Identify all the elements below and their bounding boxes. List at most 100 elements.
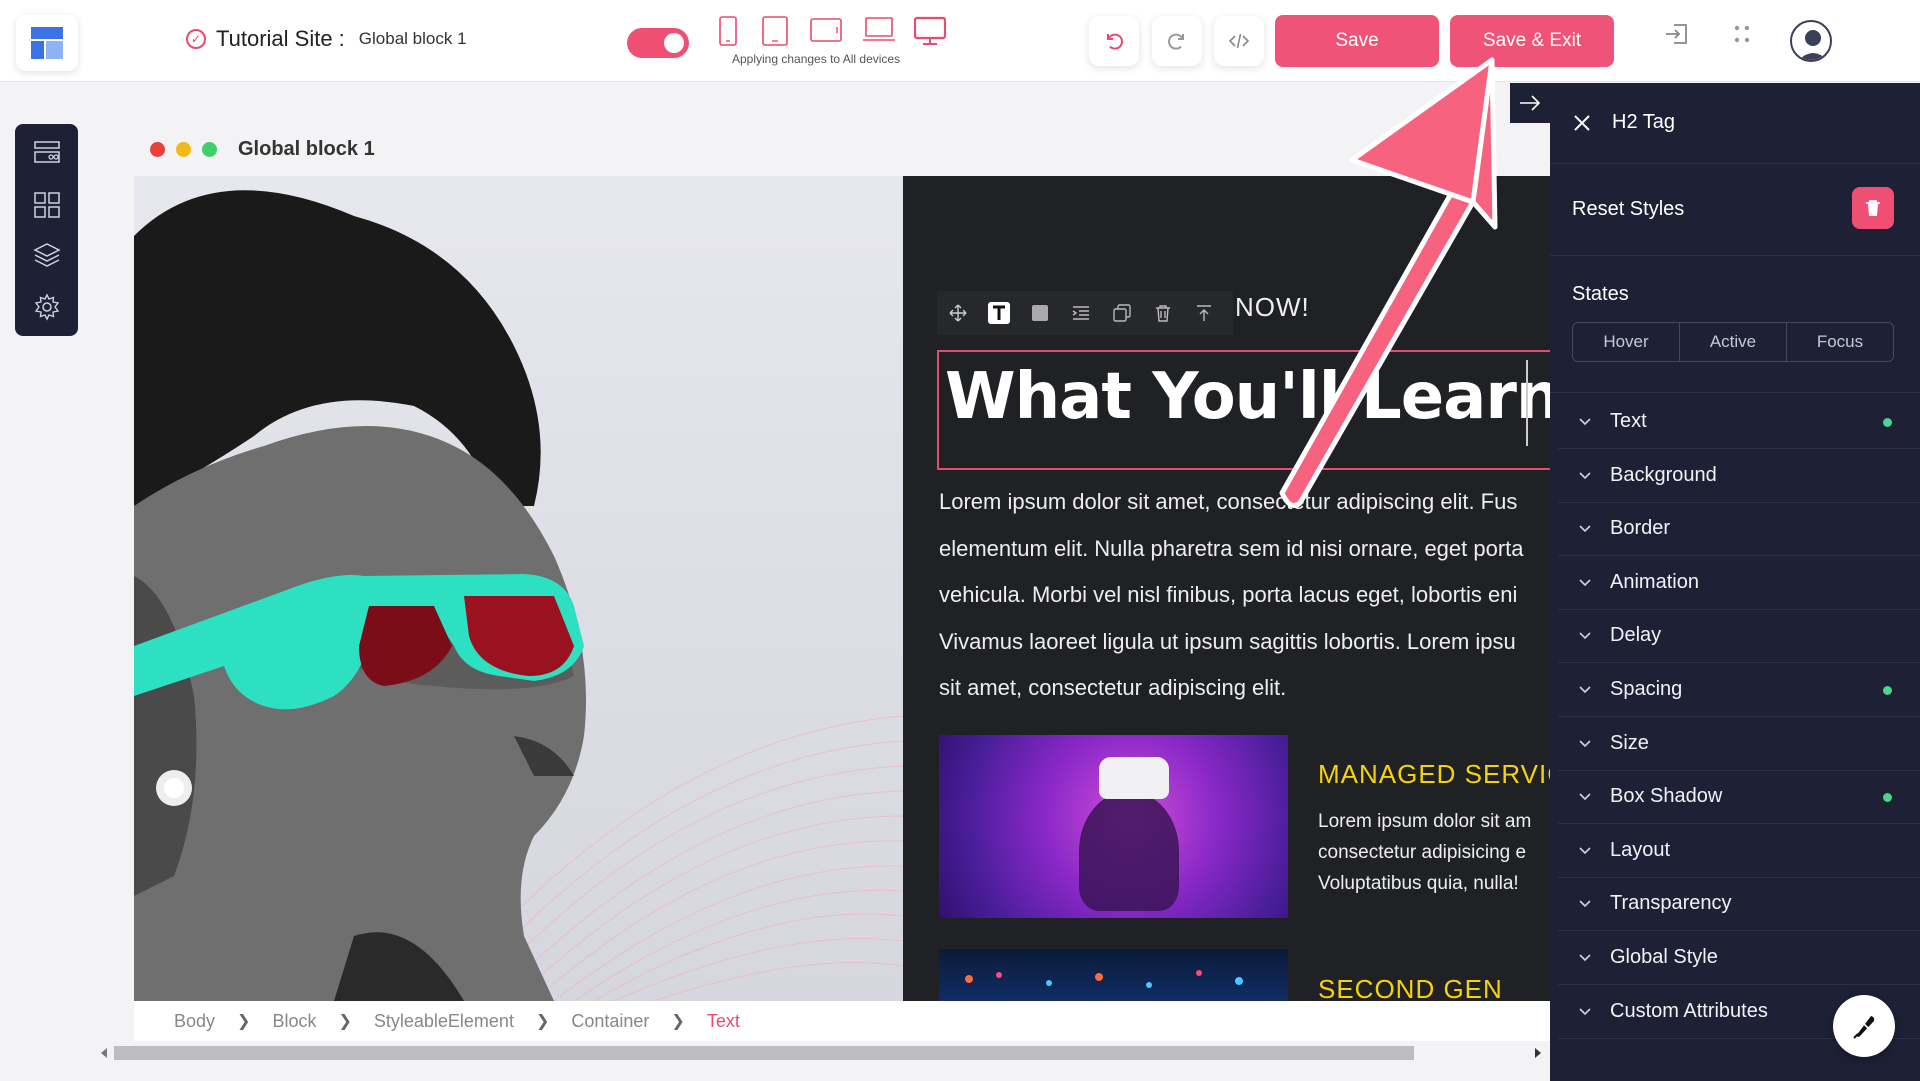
select-parent-icon[interactable] bbox=[1019, 291, 1060, 335]
duplicate-icon[interactable] bbox=[1101, 291, 1142, 335]
accordion-label: Box Shadow bbox=[1610, 785, 1723, 808]
chevron-down-icon bbox=[1579, 472, 1591, 479]
save-button[interactable]: Save bbox=[1275, 15, 1439, 67]
state-active-button[interactable]: Active bbox=[1680, 323, 1787, 361]
code-view-button[interactable] bbox=[1214, 16, 1264, 66]
states-segmented-control: Hover Active Focus bbox=[1572, 322, 1894, 362]
reset-styles-button[interactable] bbox=[1852, 187, 1894, 229]
redo-icon bbox=[1168, 33, 1184, 50]
accordion-spacing[interactable]: Spacing bbox=[1550, 664, 1920, 717]
check-circle-icon: ✓ bbox=[186, 29, 206, 49]
vr-headset-image[interactable] bbox=[939, 735, 1288, 918]
code-icon bbox=[1228, 33, 1250, 49]
close-icon[interactable] bbox=[1574, 114, 1590, 131]
exit-icon[interactable] bbox=[1663, 20, 1691, 48]
breadcrumb-item[interactable]: StyleableElement bbox=[374, 1011, 514, 1032]
second-gen-image[interactable] bbox=[939, 949, 1288, 1001]
undo-button[interactable] bbox=[1089, 16, 1139, 66]
redo-button[interactable] bbox=[1152, 16, 1202, 66]
chevron-down-icon bbox=[1579, 579, 1591, 586]
mobile-portrait-icon[interactable] bbox=[718, 16, 738, 46]
divider bbox=[1550, 163, 1920, 164]
chevron-down-icon bbox=[1579, 632, 1591, 640]
accordion-label: Background bbox=[1610, 463, 1717, 486]
apps-grid-icon[interactable] bbox=[1730, 20, 1754, 48]
breadcrumb-item[interactable]: Container bbox=[571, 1011, 649, 1032]
body-paragraph[interactable]: Lorem ipsum dolor sit amet, consectetur … bbox=[939, 479, 1550, 712]
desktop-icon[interactable] bbox=[914, 16, 946, 46]
chevron-right-icon: ❯ bbox=[338, 1013, 352, 1030]
card-title-managed-services[interactable]: MANAGED SERVIC bbox=[1318, 759, 1550, 790]
toggle-knob bbox=[664, 33, 684, 53]
help-button[interactable] bbox=[1833, 995, 1895, 1057]
delete-icon[interactable] bbox=[1142, 291, 1183, 335]
canvas-title: Global block 1 bbox=[238, 138, 375, 160]
arrow-right-icon bbox=[1520, 95, 1541, 111]
accordion-box-shadow[interactable]: Box Shadow bbox=[1550, 771, 1920, 825]
scrollbar-thumb[interactable] bbox=[114, 1046, 1414, 1060]
accordion-text[interactable]: Text bbox=[1550, 396, 1920, 449]
h2-heading[interactable]: What You'll Learn! bbox=[945, 360, 1550, 434]
move-icon[interactable] bbox=[937, 291, 978, 335]
left-toolbar bbox=[15, 124, 78, 336]
tablet-portrait-icon[interactable] bbox=[762, 16, 788, 46]
accordion-global-style[interactable]: Global Style bbox=[1550, 932, 1920, 985]
laptop-icon[interactable] bbox=[862, 16, 896, 44]
text-format-icon[interactable] bbox=[978, 291, 1019, 335]
move-up-icon[interactable] bbox=[1183, 291, 1224, 335]
window-minimize-dot bbox=[176, 142, 191, 157]
content-section[interactable]: NOW! What You'll Learn! Lorem ipsum dolo… bbox=[903, 176, 1550, 1001]
divider bbox=[1550, 255, 1920, 256]
accordion-label: Text bbox=[1610, 410, 1647, 432]
element-toolbar bbox=[937, 291, 1233, 335]
breadcrumb-item[interactable]: Block bbox=[272, 1011, 316, 1032]
card-title-second-gen[interactable]: SECOND GEN bbox=[1318, 974, 1503, 1001]
scroll-right-icon[interactable] bbox=[1534, 1048, 1542, 1058]
modified-indicator bbox=[1883, 418, 1892, 427]
card-line: Voluptatibus quia, nulla! bbox=[1318, 873, 1519, 894]
accordion-size[interactable]: Size bbox=[1550, 718, 1920, 771]
accordion-border[interactable]: Border bbox=[1550, 503, 1920, 557]
responsive-toggle[interactable] bbox=[627, 28, 689, 58]
breadcrumb-item[interactable]: Body bbox=[174, 1011, 215, 1032]
paragraph-line: elementum elit. Nulla pharetra sem id ni… bbox=[939, 535, 1524, 561]
paragraph-line: Vivamus laoreet ligula ut ipsum sagittis… bbox=[939, 628, 1516, 654]
paragraph-line: Lorem ipsum dolor sit amet, consectetur … bbox=[939, 489, 1518, 514]
modified-indicator bbox=[1883, 686, 1892, 695]
accordion-layout[interactable]: Layout bbox=[1550, 825, 1920, 878]
window-maximize-dot bbox=[202, 142, 217, 157]
collapse-panel-button[interactable] bbox=[1510, 83, 1550, 123]
quill-icon bbox=[1853, 1016, 1875, 1039]
breadcrumb-item-active[interactable]: Text bbox=[707, 1011, 740, 1032]
horizontal-scrollbar[interactable] bbox=[98, 1042, 1550, 1062]
tablet-landscape-icon[interactable] bbox=[810, 16, 842, 44]
top-bar: ✓ Tutorial Site : Global block 1 Applyin… bbox=[0, 0, 1920, 82]
state-focus-button[interactable]: Focus bbox=[1787, 323, 1893, 361]
selected-h2-element[interactable]: What You'll Learn! bbox=[937, 350, 1550, 470]
state-hover-button[interactable]: Hover bbox=[1573, 323, 1680, 361]
accordion-background[interactable]: Background bbox=[1550, 450, 1920, 503]
scroll-left-icon[interactable] bbox=[100, 1048, 108, 1058]
breadcrumb: Body ❯ Block ❯ StyleableElement ❯ Contai… bbox=[134, 1001, 1550, 1041]
accordion-label: Layout bbox=[1610, 838, 1671, 861]
app-logo[interactable] bbox=[16, 15, 78, 71]
indent-icon[interactable] bbox=[1060, 291, 1101, 335]
user-avatar[interactable] bbox=[1790, 20, 1832, 62]
chevron-down-icon bbox=[1579, 418, 1591, 426]
blocks-icon[interactable] bbox=[32, 138, 62, 168]
reset-styles-label: Reset Styles bbox=[1572, 198, 1685, 220]
elements-grid-icon[interactable] bbox=[32, 190, 62, 220]
accordion-transparency[interactable]: Transparency bbox=[1550, 878, 1920, 932]
partial-heading: NOW! bbox=[1235, 292, 1310, 322]
logo-icon bbox=[31, 27, 63, 59]
accordion-delay[interactable]: Delay bbox=[1550, 610, 1920, 664]
layers-icon[interactable] bbox=[32, 240, 62, 270]
accordion-animation[interactable]: Animation bbox=[1550, 557, 1920, 610]
site-title: ✓ Tutorial Site : Global block 1 bbox=[186, 26, 467, 52]
window-close-dot bbox=[150, 142, 165, 157]
text-caret bbox=[1526, 360, 1528, 446]
save-exit-button[interactable]: Save & Exit bbox=[1450, 15, 1614, 67]
settings-gear-icon[interactable] bbox=[32, 292, 62, 322]
hero-photo[interactable] bbox=[134, 176, 903, 1001]
card-description[interactable]: Lorem ipsum dolor sit am consectetur adi… bbox=[1318, 806, 1531, 899]
